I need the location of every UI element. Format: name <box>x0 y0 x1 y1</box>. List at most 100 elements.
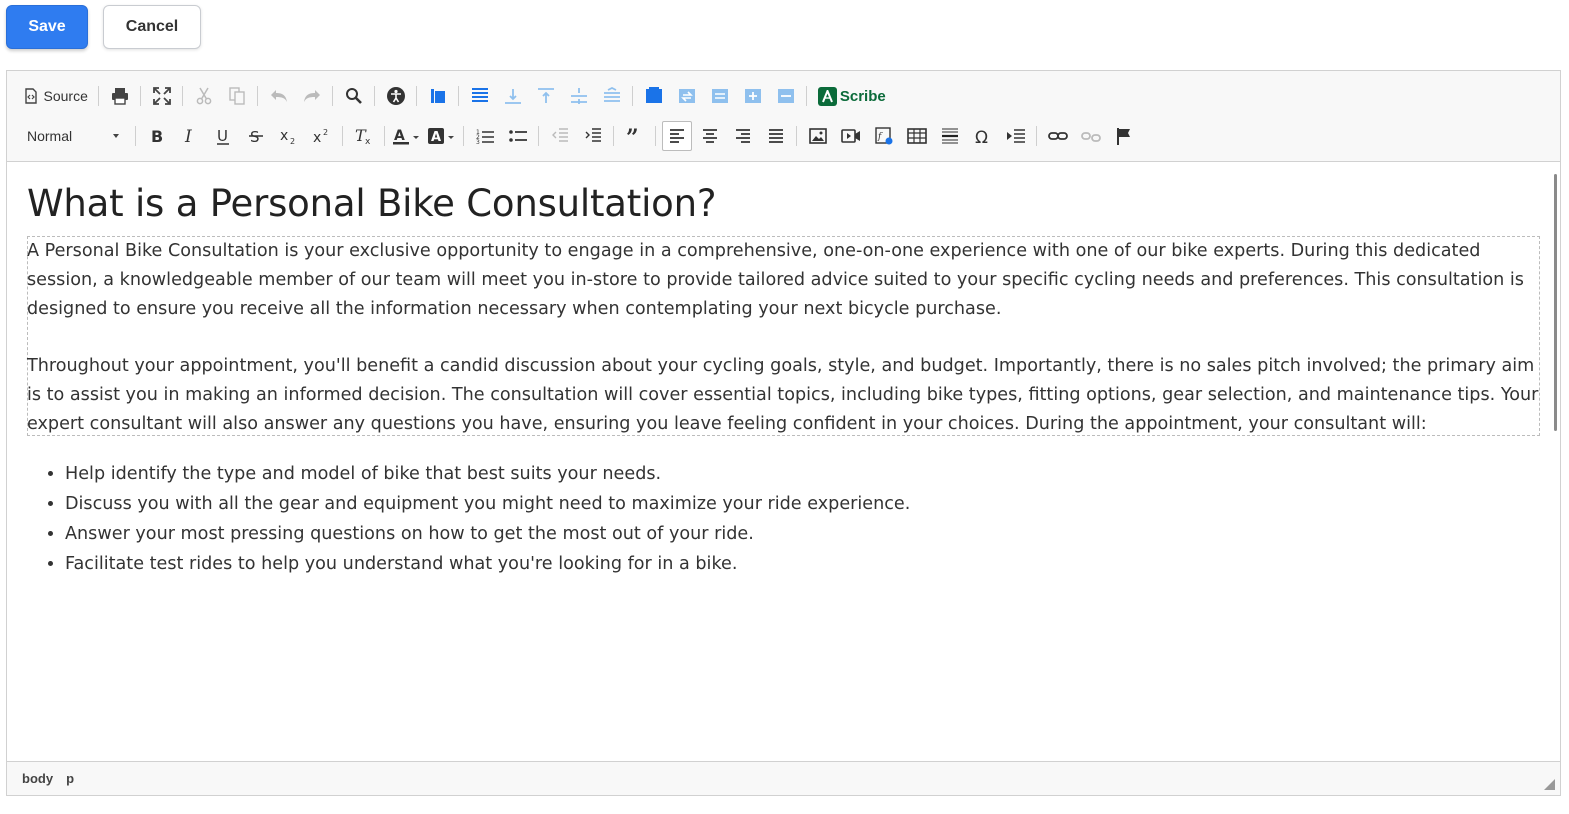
table-button[interactable] <box>902 121 932 151</box>
link-button[interactable] <box>1043 121 1073 151</box>
toolbar-separator <box>463 126 464 146</box>
find-icon <box>345 88 362 104</box>
align-left-icon <box>669 129 684 143</box>
strikethrough-button[interactable]: S <box>241 121 271 151</box>
text-color-icon: A <box>392 128 419 145</box>
text-color-button[interactable]: A <box>391 121 423 151</box>
rich-text-editor: Source Scribe Normal B I U x 2 x 2 T x A… <box>6 70 1561 796</box>
toolbar-separator <box>416 86 418 106</box>
indent-button[interactable] <box>578 121 608 151</box>
anchor-button[interactable] <box>1109 121 1139 151</box>
section-icon <box>645 87 662 103</box>
undo-button[interactable] <box>264 81 294 111</box>
page-break-button[interactable] <box>1001 121 1031 151</box>
scrollbar[interactable] <box>1554 174 1557 431</box>
print-button[interactable] <box>105 81 135 111</box>
strikethrough-icon: S <box>248 128 263 145</box>
path-item-p[interactable]: p <box>66 771 74 786</box>
special-char-button[interactable]: Ω <box>968 121 998 151</box>
source-label: Source <box>43 88 88 104</box>
bold-icon: B <box>151 127 163 145</box>
italic-button[interactable]: I <box>175 121 205 151</box>
scribe-button[interactable]: Scribe <box>813 81 891 111</box>
toolbar-separator <box>655 126 656 146</box>
svg-text:I: I <box>184 127 192 145</box>
maximize-button[interactable] <box>147 81 177 111</box>
section-down-button[interactable] <box>771 81 801 111</box>
copy-button[interactable] <box>222 81 252 111</box>
italic-icon: I <box>184 127 192 145</box>
section-add-icon <box>744 89 761 103</box>
anchor-icon <box>1116 128 1130 145</box>
print-icon <box>111 88 128 105</box>
subscript-button[interactable]: x2 <box>274 121 304 151</box>
justify-button[interactable] <box>761 121 791 151</box>
toolbar-separator <box>98 86 100 106</box>
section-add-button[interactable] <box>738 81 768 111</box>
horizontal-rule-button[interactable] <box>935 121 965 151</box>
bold-button[interactable]: B <box>142 121 172 151</box>
collapse-button[interactable] <box>597 81 627 111</box>
redo-button[interactable] <box>297 81 327 111</box>
align-left-button[interactable] <box>661 121 692 151</box>
toolbar-separator <box>613 126 614 146</box>
find-button[interactable] <box>339 81 369 111</box>
svg-text:”: ” <box>626 127 639 145</box>
svg-text:3: 3 <box>476 139 480 145</box>
source-button[interactable]: Source <box>19 81 93 111</box>
toolbar-separator <box>135 126 136 146</box>
underline-icon: U <box>216 127 229 145</box>
insert-above-button[interactable] <box>531 81 561 111</box>
unlink-button[interactable] <box>1076 121 1106 151</box>
superscript-button[interactable]: x2 <box>307 121 337 151</box>
background-color-button[interactable]: A <box>426 121 458 151</box>
format-select[interactable]: Normal <box>17 121 127 151</box>
svg-text:2: 2 <box>323 128 328 137</box>
svg-text:Ω: Ω <box>975 128 988 145</box>
image-button[interactable] <box>803 121 833 151</box>
align-right-button[interactable] <box>728 121 758 151</box>
section-button[interactable] <box>639 81 669 111</box>
editor-content[interactable]: What is a Personal Bike Consultation? A … <box>7 162 1560 761</box>
outdent-button[interactable] <box>545 121 575 151</box>
insert-below-button[interactable] <box>498 81 528 111</box>
section-wrap-icon <box>678 89 695 103</box>
video-button[interactable] <box>836 121 866 151</box>
section-up-button[interactable] <box>705 81 735 111</box>
remove-format-icon: Tx <box>355 127 371 145</box>
save-button[interactable]: Save <box>6 5 88 49</box>
align-block-button[interactable] <box>465 81 495 111</box>
maximize-icon <box>152 87 171 105</box>
layout-icon <box>430 89 445 103</box>
toolbar-separator <box>1036 126 1037 146</box>
special-char-icon: Ω <box>975 128 988 145</box>
section-wrap-button[interactable] <box>672 81 702 111</box>
numbered-list-button[interactable]: 123 <box>470 121 500 151</box>
align-center-button[interactable] <box>695 121 725 151</box>
bulleted-list-button[interactable] <box>503 121 533 151</box>
svg-text:B: B <box>151 127 163 145</box>
toolbar-separator <box>182 86 184 106</box>
resize-handle-icon[interactable] <box>1544 779 1555 790</box>
toolbar-row-1: Source Scribe <box>17 79 892 113</box>
formula-icon: f <box>874 127 892 145</box>
cut-button[interactable] <box>189 81 219 111</box>
layout-button[interactable] <box>423 81 453 111</box>
svg-text:2: 2 <box>290 137 295 145</box>
subscript-icon: x2 <box>280 128 295 145</box>
blockquote-button[interactable]: ” <box>620 121 650 151</box>
blockquote-icon: ” <box>626 127 639 145</box>
page-break-icon <box>1006 129 1025 143</box>
formula-button[interactable]: f <box>869 121 899 151</box>
accessibility-button[interactable] <box>381 81 411 111</box>
remove-format-button[interactable]: Tx <box>349 121 379 151</box>
bullet-list: Help identify the type and model of bike… <box>27 459 910 579</box>
cancel-button[interactable]: Cancel <box>103 5 201 49</box>
bulleted-list-icon <box>508 130 527 142</box>
toolbar-separator <box>384 126 385 146</box>
path-item-body[interactable]: body <box>22 771 53 786</box>
editor-toolbar: Source Scribe Normal B I U x 2 x 2 T x A… <box>7 71 1560 162</box>
insert-middle-button[interactable] <box>564 81 594 111</box>
insert-below-icon <box>504 89 521 104</box>
underline-button[interactable]: U <box>208 121 238 151</box>
